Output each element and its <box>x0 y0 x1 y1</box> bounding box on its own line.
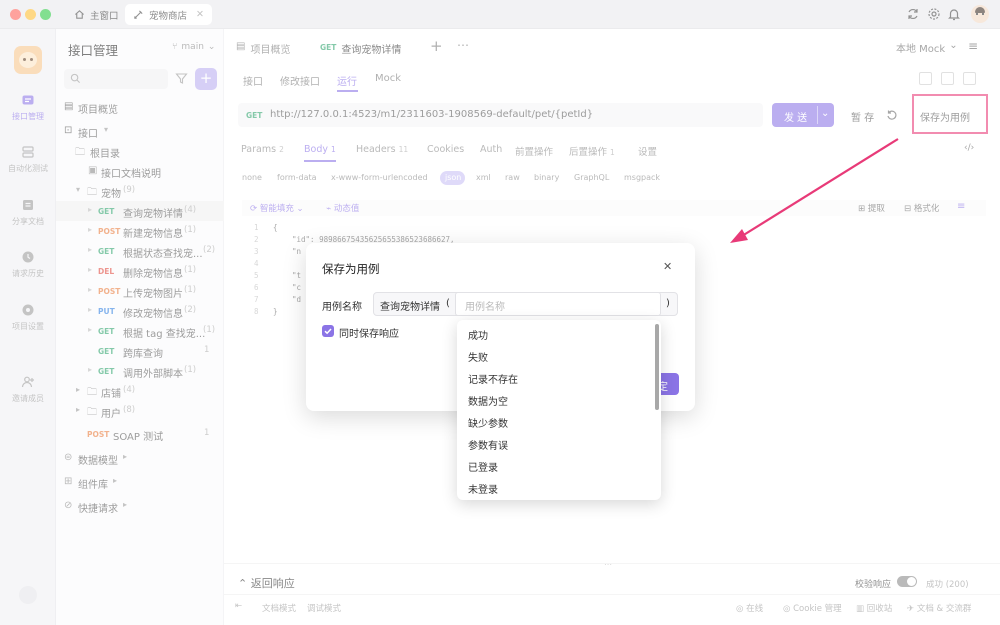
arrow-head <box>730 229 748 243</box>
annotation-arrow <box>730 138 899 243</box>
arrow-line <box>741 138 899 237</box>
